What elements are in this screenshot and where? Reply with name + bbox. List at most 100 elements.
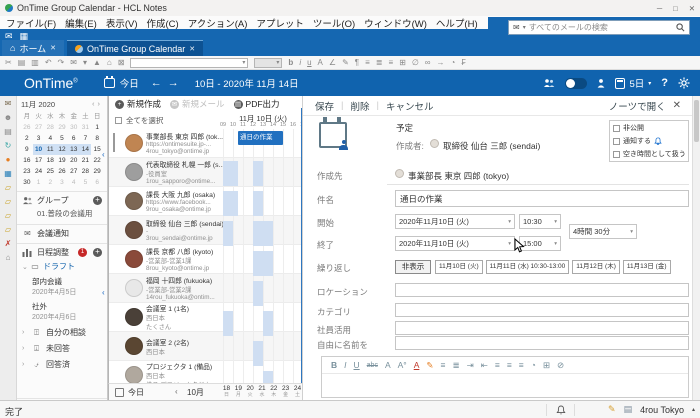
today-calendar-icon[interactable] bbox=[104, 78, 115, 88]
splitter-collapse-icon[interactable]: ‹ bbox=[102, 150, 105, 159]
toolbar-combo-size[interactable]: ▾ bbox=[254, 58, 282, 68]
editor-icon-7[interactable]: ✎ bbox=[426, 360, 433, 371]
mini-calendar-day[interactable]: 4 bbox=[44, 133, 56, 144]
busy-block[interactable] bbox=[223, 311, 233, 336]
editor-icon-13[interactable]: ≡ bbox=[507, 360, 512, 370]
menu-item-7[interactable]: ウィンドウ(W) bbox=[364, 16, 427, 30]
mini-calendar-day[interactable]: 30 bbox=[68, 122, 80, 133]
bookmark-icon-8[interactable]: ▱ bbox=[5, 211, 11, 220]
busy-block[interactable] bbox=[253, 161, 263, 186]
close-window-button[interactable]: ✕ bbox=[689, 4, 695, 13]
custom1-input[interactable] bbox=[395, 321, 689, 335]
busy-block[interactable] bbox=[223, 191, 238, 216]
mini-calendar-day[interactable]: 25 bbox=[44, 166, 56, 177]
mini-calendar-day[interactable]: 27 bbox=[33, 122, 45, 133]
format-icon-10[interactable]: ⊞ bbox=[399, 58, 406, 67]
draft-item-1[interactable]: 社外2020年4月6日 bbox=[17, 299, 107, 324]
bookmark-icon-7[interactable]: ▱ bbox=[5, 197, 11, 206]
bookmark-icon-9[interactable]: ▱ bbox=[5, 225, 11, 234]
editor-icon-5[interactable]: A° bbox=[398, 360, 407, 370]
calendar-event[interactable]: 通日の作業 bbox=[238, 131, 283, 145]
toolbar-icon-9[interactable]: ⊠ bbox=[118, 58, 125, 67]
mini-calendar-day[interactable]: 20 bbox=[68, 155, 80, 166]
toolbar-icon-1[interactable]: ▤ bbox=[18, 58, 26, 67]
save-button[interactable]: 保存 bbox=[315, 99, 334, 113]
mini-calendar-day[interactable]: 31 bbox=[80, 122, 92, 133]
option-checkbox-2[interactable] bbox=[613, 151, 620, 158]
mini-calendar-day[interactable]: 17 bbox=[33, 155, 45, 166]
busy-block[interactable] bbox=[253, 221, 273, 246]
toolbar-icon-4[interactable]: ↷ bbox=[58, 58, 65, 67]
repeat-chip-3[interactable]: 11月13日 (金) bbox=[623, 260, 671, 274]
toolbar-icon-7[interactable]: ▲ bbox=[93, 58, 101, 67]
mini-calendar-day[interactable]: 11 bbox=[44, 144, 56, 155]
sidebar-item-unanswered[interactable]: › ⍗ 未回答 bbox=[17, 340, 107, 356]
status-user-caret-icon[interactable]: ▴ bbox=[692, 406, 695, 413]
mini-calendar-day[interactable]: 2 bbox=[21, 133, 33, 144]
bookmark-icon-11[interactable]: ⌂ bbox=[6, 253, 11, 262]
mini-calendar-day[interactable]: 8 bbox=[91, 133, 103, 144]
bookmark-icon-6[interactable]: ▱ bbox=[5, 183, 11, 192]
prev-day-button[interactable]: ← bbox=[151, 77, 168, 89]
repeat-chip-2[interactable]: 11月12日 (木) bbox=[572, 260, 620, 274]
menu-item-8[interactable]: ヘルプ(H) bbox=[436, 16, 478, 30]
toolbar-icon-6[interactable]: ▾ bbox=[83, 58, 87, 67]
date-strip-day[interactable]: 19月 bbox=[233, 385, 244, 398]
date-strip-day[interactable]: 23金 bbox=[280, 385, 291, 398]
mini-calendar-day[interactable]: 14 bbox=[80, 144, 92, 155]
person-view-icon[interactable] bbox=[597, 78, 605, 88]
toolbar-icon-8[interactable]: ⌂ bbox=[107, 58, 112, 67]
target-value[interactable]: 事業部長 東京 四郎 (tokyo) bbox=[408, 170, 509, 182]
mini-calendar-day[interactable]: 10 bbox=[33, 144, 45, 155]
sidebar-section-draft[interactable]: ⌄ ▭ ドラフト bbox=[17, 260, 107, 274]
body-editor[interactable]: BIUabcAA°A✎≡≣⇥⇤≡≡≡◔⊞⊘ bbox=[321, 356, 689, 398]
bookmark-icon-4[interactable]: ● bbox=[6, 155, 11, 164]
mini-calendar-day[interactable]: 4 bbox=[68, 177, 80, 188]
editor-icon-12[interactable]: ≡ bbox=[495, 360, 500, 370]
status-user[interactable]: 4rou Tokyo bbox=[640, 405, 684, 415]
format-icon-4[interactable]: ∠ bbox=[329, 58, 336, 67]
category-input[interactable] bbox=[395, 303, 689, 317]
status-location-icon[interactable]: ▤ bbox=[624, 404, 633, 415]
maximize-button[interactable]: □ bbox=[673, 4, 678, 13]
delete-button[interactable]: 削除 bbox=[350, 99, 369, 113]
mini-calendar-day[interactable]: 2 bbox=[44, 177, 56, 188]
menu-item-1[interactable]: 編集(E) bbox=[65, 16, 97, 30]
format-icon-15[interactable]: ₣ bbox=[461, 58, 465, 67]
add-adjust-button[interactable]: + bbox=[93, 248, 102, 257]
mini-calendar-day[interactable]: 26 bbox=[56, 166, 68, 177]
mini-calendar-day[interactable]: 3 bbox=[33, 133, 45, 144]
view-selector[interactable]: 5日 ▾ bbox=[615, 76, 651, 90]
busy-block[interactable] bbox=[253, 341, 263, 366]
draft-item-0[interactable]: 部内会議2020年4月5日 bbox=[17, 274, 107, 299]
format-icon-14[interactable]: ◔ bbox=[450, 58, 455, 67]
mini-calendar-day[interactable]: 3 bbox=[56, 177, 68, 188]
mini-calendar-day[interactable]: 6 bbox=[91, 177, 103, 188]
group-person-toggle[interactable] bbox=[565, 78, 587, 89]
help-button[interactable]: ? bbox=[661, 77, 668, 89]
format-icon-12[interactable]: ∞ bbox=[425, 58, 431, 67]
format-icon-7[interactable]: ≡ bbox=[365, 58, 370, 67]
bookmark-icon-1[interactable]: ☻ bbox=[4, 113, 12, 122]
sidebar-item-meeting-notice[interactable]: ✉ 会議通知 bbox=[17, 225, 107, 241]
busy-block[interactable] bbox=[263, 371, 273, 383]
middle-toolbar-0[interactable]: +新規作成 bbox=[115, 98, 161, 110]
today-button[interactable]: 今日 bbox=[120, 76, 139, 90]
menu-item-0[interactable]: ファイル(F) bbox=[6, 16, 56, 30]
format-icon-13[interactable]: → bbox=[436, 58, 444, 67]
mini-calendar-day[interactable]: 9 bbox=[21, 144, 33, 155]
busy-block[interactable] bbox=[253, 281, 263, 306]
mini-calendar-day[interactable]: 12 bbox=[56, 144, 68, 155]
menu-item-6[interactable]: ツール(O) bbox=[313, 16, 355, 30]
menu-item-2[interactable]: 表示(V) bbox=[106, 16, 138, 30]
bookmark-icon-10[interactable]: ✗ bbox=[5, 239, 12, 248]
mini-calendar-day[interactable]: 28 bbox=[44, 122, 56, 133]
option-row-2[interactable]: 空き時間として扱う bbox=[613, 149, 685, 159]
date-strip-day[interactable]: 20火 bbox=[245, 385, 256, 398]
open-in-notes-button[interactable]: ノーツで開く bbox=[609, 99, 666, 113]
sidebar-item-answered[interactable]: › ⍻ 回答済 bbox=[17, 356, 107, 372]
end-time-select[interactable]: 15:00▾ bbox=[519, 236, 561, 251]
busy-block[interactable] bbox=[263, 311, 273, 336]
format-icon-1[interactable]: i bbox=[299, 58, 301, 67]
search-input[interactable]: すべてのメールの検索 bbox=[529, 22, 673, 33]
